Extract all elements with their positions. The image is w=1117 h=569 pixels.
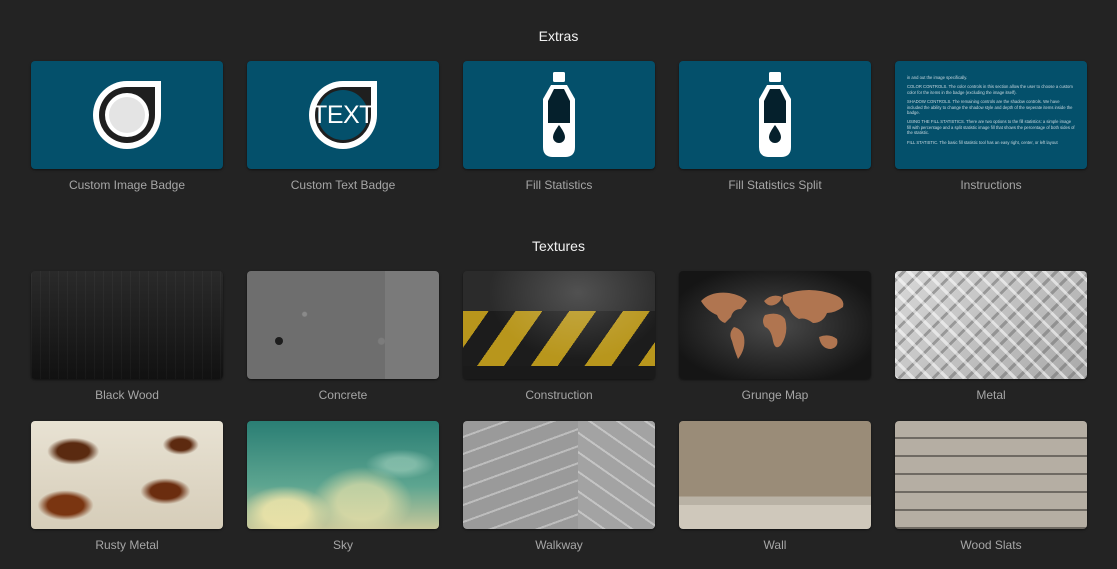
tile-rusty-metal[interactable]: Rusty Metal — [31, 421, 223, 552]
tile-label: Fill Statistics — [525, 178, 593, 192]
section-title-extras: Extras — [538, 28, 579, 44]
texture-thumbnail — [463, 271, 655, 379]
tile-label: Metal — [976, 388, 1006, 402]
texture-thumbnail — [895, 421, 1087, 529]
tile-label: Fill Statistics Split — [728, 178, 822, 192]
bottle-split-icon — [759, 72, 791, 157]
texture-thumbnail — [895, 271, 1087, 379]
thumbnail — [31, 61, 223, 169]
bottle-icon — [543, 72, 575, 157]
badge-text: TEXT — [312, 101, 374, 129]
tile-custom-text-badge[interactable]: TEXT Custom Text Badge — [247, 61, 439, 192]
instructions-line: USING THE FILL STATISTICS. There are two… — [907, 119, 1075, 136]
texture-thumbnail — [463, 421, 655, 529]
tile-label: Instructions — [960, 178, 1022, 192]
tile-sky[interactable]: Sky — [247, 421, 439, 552]
tile-concrete[interactable]: Concrete — [247, 271, 439, 402]
tile-label: Concrete — [318, 388, 368, 402]
texture-thumbnail — [247, 421, 439, 529]
instructions-preview: in and out the image specifically. COLOR… — [895, 61, 1087, 169]
tile-label: Wall — [763, 538, 787, 552]
tile-label: Walkway — [535, 538, 583, 552]
instructions-line: FILL STATISTIC. The basic fill statistic… — [907, 139, 1058, 145]
tile-grunge-map[interactable]: Grunge Map — [679, 271, 871, 402]
tile-custom-image-badge[interactable]: Custom Image Badge — [31, 61, 223, 192]
tile-fill-statistics-split[interactable]: Fill Statistics Split — [679, 61, 871, 192]
tile-label: Construction — [525, 388, 593, 402]
tile-metal[interactable]: Metal — [895, 271, 1087, 402]
tile-construction[interactable]: Construction — [463, 271, 655, 402]
texture-thumbnail — [31, 421, 223, 529]
tile-label: Custom Text Badge — [290, 178, 396, 192]
tile-instructions[interactable]: in and out the image specifically. COLOR… — [895, 61, 1087, 192]
instructions-line: COLOR CONTROLS. The color controls in th… — [907, 84, 1073, 95]
tile-label: Custom Image Badge — [68, 178, 186, 192]
tile-walkway[interactable]: Walkway — [463, 421, 655, 552]
instructions-line: SHADOW CONTROLS. The remaining controls … — [907, 99, 1073, 116]
tile-black-wood[interactable]: Black Wood — [31, 271, 223, 402]
tile-label: Rusty Metal — [95, 538, 159, 552]
image-badge-icon — [93, 81, 161, 149]
tile-wall[interactable]: Wall — [679, 421, 871, 552]
thumbnail — [679, 61, 871, 169]
tile-label: Wood Slats — [960, 538, 1022, 552]
section-title-textures: Textures — [532, 238, 585, 254]
instructions-line: in and out the image specifically. — [907, 75, 968, 80]
tile-label: Grunge Map — [741, 388, 809, 402]
texture-thumbnail — [679, 271, 871, 379]
texture-thumbnail — [31, 271, 223, 379]
tile-label: Black Wood — [95, 388, 159, 402]
world-map-shape — [701, 290, 844, 359]
tile-label: Sky — [332, 538, 353, 552]
thumbnail — [463, 61, 655, 169]
texture-thumbnail — [679, 421, 871, 529]
tile-fill-statistics[interactable]: Fill Statistics — [463, 61, 655, 192]
texture-thumbnail — [247, 271, 439, 379]
tile-wood-slats[interactable]: Wood Slats — [895, 421, 1087, 552]
thumbnail: TEXT — [247, 61, 439, 169]
